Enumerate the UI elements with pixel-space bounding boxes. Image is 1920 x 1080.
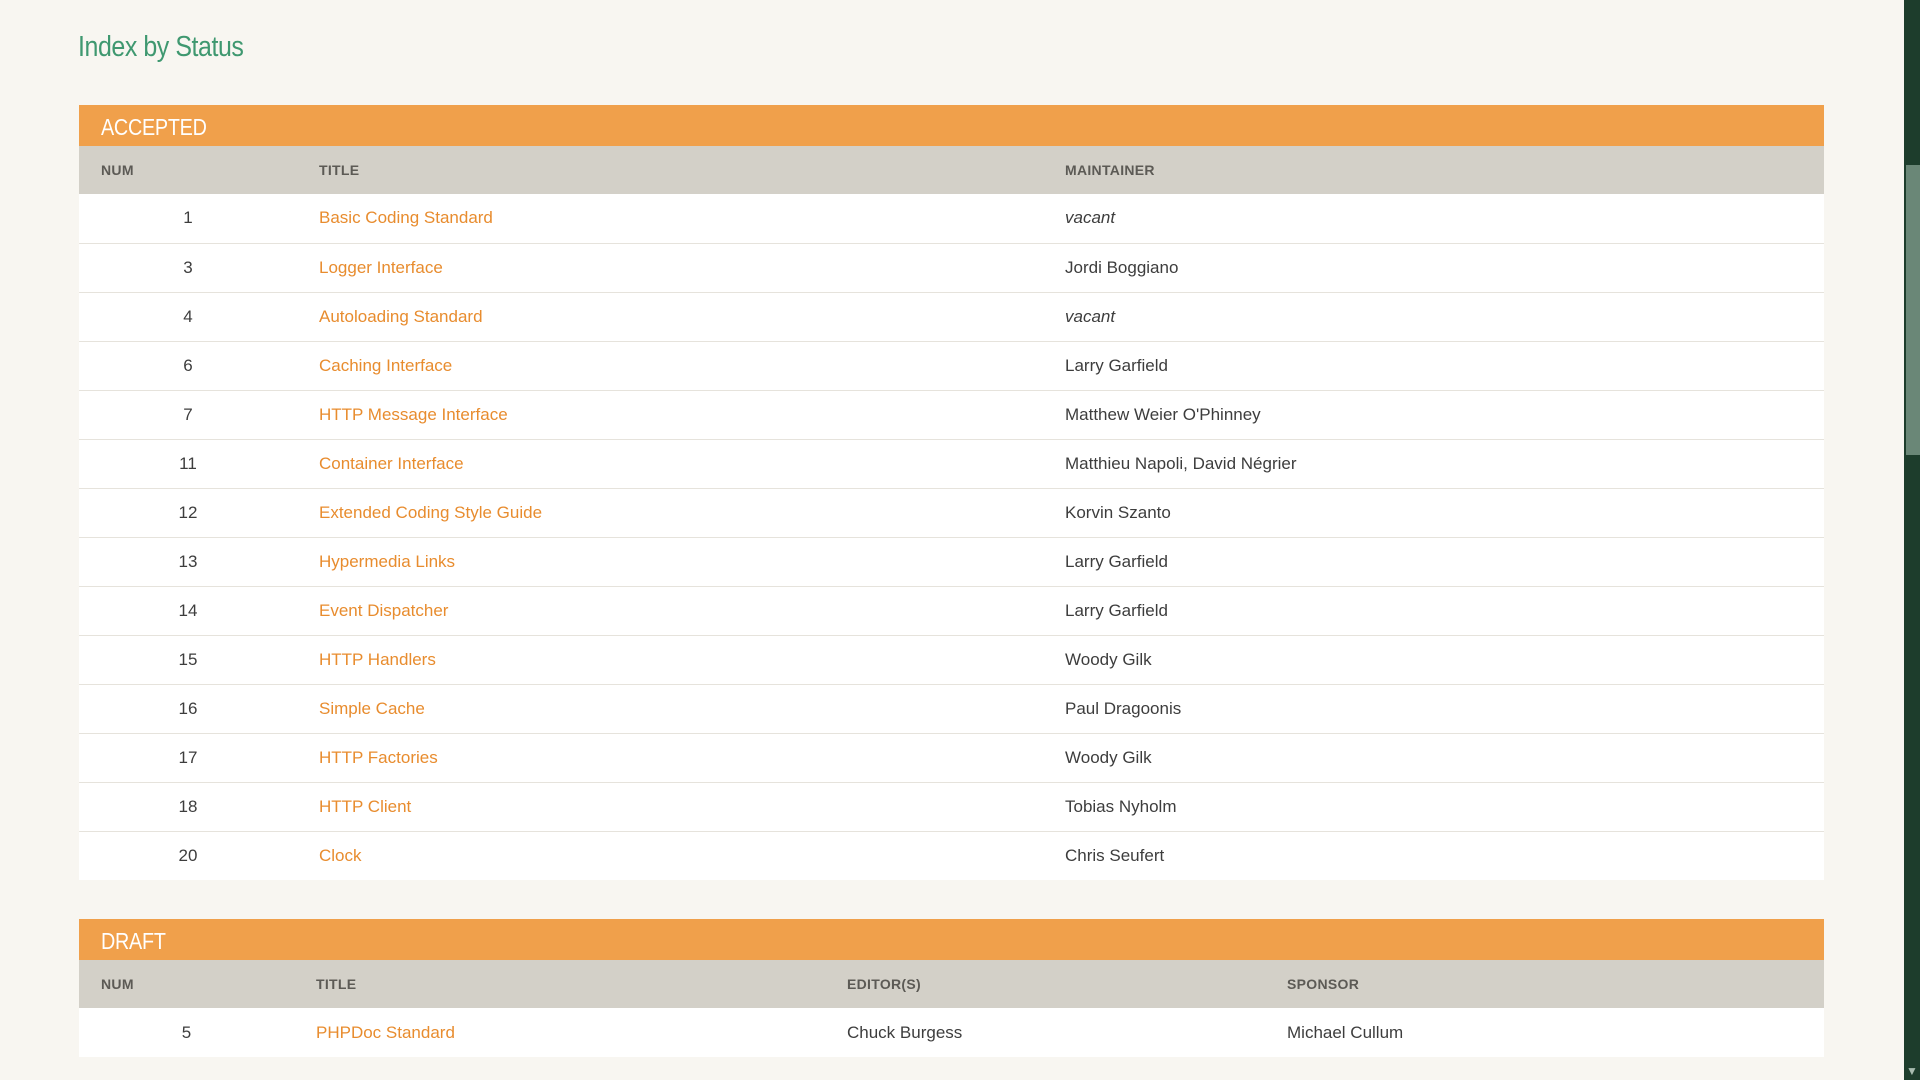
draft-table: NUM TITLE EDITOR(S) SPONSOR 5 PHPDoc Sta… [79,960,1824,1057]
row-num: 1 [183,208,193,228]
column-header-num: NUM [101,162,134,178]
row-num: 4 [183,306,193,326]
row-maintainer: Larry Garfield [1065,600,1168,620]
table-row: 11 Container Interface Matthieu Napoli, … [79,439,1824,488]
column-header-maintainer: MAINTAINER [1065,162,1155,178]
row-title-link[interactable]: Caching Interface [319,356,452,375]
row-num: 5 [181,1022,192,1042]
table-row: 4 Autoloading Standard vacant [79,292,1824,341]
table-row: 1 Basic Coding Standard vacant [79,194,1824,243]
row-maintainer: Larry Garfield [1065,355,1168,375]
table-row: 12 Extended Coding Style Guide Korvin Sz… [79,488,1824,537]
accepted-table-header-row: NUM TITLE MAINTAINER [79,146,1824,194]
row-maintainer: vacant [1065,208,1116,228]
accepted-table: NUM TITLE MAINTAINER 1 Basic Coding Stan… [79,146,1824,880]
column-header-sponsor: SPONSOR [1287,976,1360,992]
row-num: 20 [178,845,198,865]
row-title-link[interactable]: HTTP Client [319,797,411,816]
table-row: 16 Simple Cache Paul Dragoonis [79,684,1824,733]
accepted-header: ACCEPTED [79,105,1824,146]
draft-table-header-row: NUM TITLE EDITOR(S) SPONSOR [79,960,1824,1008]
row-num: 6 [183,355,193,375]
scroll-down-arrow-icon[interactable]: ▼ [1904,1062,1920,1080]
row-num: 16 [178,698,198,718]
row-maintainer: Woody Gilk [1065,747,1152,767]
row-title-link[interactable]: Autoloading Standard [319,307,483,326]
row-title-link[interactable]: Extended Coding Style Guide [319,503,542,522]
page-title: Index by Status [78,31,244,63]
row-title-link[interactable]: HTTP Handlers [319,650,436,669]
row-maintainer: vacant [1065,306,1116,326]
row-maintainer: Larry Garfield [1065,551,1168,571]
row-maintainer: Matthew Weier O'Phinney [1065,404,1261,424]
table-row: 3 Logger Interface Jordi Boggiano [79,243,1824,292]
column-header-num: NUM [101,976,134,992]
column-header-editors: EDITOR(S) [847,976,921,992]
row-title-link[interactable]: Container Interface [319,454,464,473]
scrollbar-thumb[interactable] [1906,165,1920,455]
row-maintainer: Tobias Nyholm [1065,796,1177,816]
table-row: 7 HTTP Message Interface Matthew Weier O… [79,390,1824,439]
row-title-link[interactable]: Basic Coding Standard [319,208,493,227]
row-num: 7 [183,404,193,424]
table-row: 15 HTTP Handlers Woody Gilk [79,635,1824,684]
row-sponsor: Michael Cullum [1287,1022,1404,1042]
table-row: 13 Hypermedia Links Larry Garfield [79,537,1824,586]
vertical-scrollbar[interactable] [1904,0,1920,1080]
row-title-link[interactable]: Event Dispatcher [319,601,448,620]
row-maintainer: Chris Seufert [1065,845,1165,865]
accepted-heading: ACCEPTED [101,114,207,140]
table-row: 18 HTTP Client Tobias Nyholm [79,782,1824,831]
table-row: 20 Clock Chris Seufert [79,831,1824,880]
table-row: 17 HTTP Factories Woody Gilk [79,733,1824,782]
row-maintainer: Woody Gilk [1065,649,1152,669]
row-title-link[interactable]: Logger Interface [319,258,443,277]
page: Index by Status ACCEPTED NUM TITLE MAINT… [0,0,1904,1080]
table-row: 5 PHPDoc Standard Chuck Burgess Michael … [79,1008,1824,1057]
row-maintainer: Paul Dragoonis [1065,698,1182,718]
row-title-link[interactable]: Clock [319,846,362,865]
row-num: 11 [179,453,197,473]
row-num: 17 [178,747,198,767]
row-num: 14 [178,600,198,620]
row-title-link[interactable]: HTTP Factories [319,748,438,767]
row-title-link[interactable]: Simple Cache [319,699,425,718]
row-maintainer: Korvin Szanto [1065,502,1171,522]
row-num: 12 [178,502,198,522]
row-title-link[interactable]: HTTP Message Interface [319,405,508,424]
row-maintainer: Matthieu Napoli, David Négrier [1065,453,1297,473]
row-title-link[interactable]: PHPDoc Standard [316,1023,455,1042]
row-num: 15 [178,649,198,669]
draft-heading: DRAFT [101,928,166,954]
column-header-title: TITLE [319,162,360,178]
row-editors: Chuck Burgess [847,1022,963,1042]
row-num: 18 [178,796,198,816]
row-num: 13 [178,551,198,571]
row-title-link[interactable]: Hypermedia Links [319,552,455,571]
row-maintainer: Jordi Boggiano [1065,257,1179,277]
accepted-panel: ACCEPTED NUM TITLE MAINTAINER 1 Basic Co… [79,105,1824,880]
column-header-title: TITLE [316,976,357,992]
table-row: 6 Caching Interface Larry Garfield [79,341,1824,390]
row-num: 3 [183,257,193,277]
table-row: 14 Event Dispatcher Larry Garfield [79,586,1824,635]
draft-panel: DRAFT NUM TITLE EDITOR(S) SPONSOR 5 PHPD… [79,919,1824,1057]
draft-header: DRAFT [79,919,1824,960]
